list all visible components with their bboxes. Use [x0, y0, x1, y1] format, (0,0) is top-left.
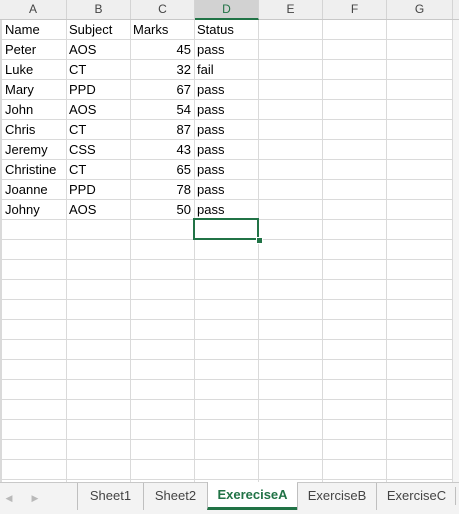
cell-c5[interactable]: 54 [130, 100, 194, 120]
table-row: Mary PPD 67 pass [0, 80, 459, 100]
column-header-f[interactable]: F [323, 0, 387, 19]
column-header-e[interactable]: E [259, 0, 323, 19]
column-header-c[interactable]: C [131, 0, 195, 19]
cell-a10[interactable]: Johny [2, 200, 66, 220]
cell-b6[interactable]: CT [66, 120, 130, 140]
cell-d6[interactable]: pass [194, 120, 258, 140]
cell-a5[interactable]: John [2, 100, 66, 120]
vertical-scrollbar[interactable] [453, 20, 459, 482]
cell-b5[interactable]: AOS [66, 100, 130, 120]
column-header-row: A B C D E F G [0, 0, 459, 20]
table-row: John AOS 54 pass [0, 100, 459, 120]
table-row: Chris CT 87 pass [0, 120, 459, 140]
cell-d2[interactable]: pass [194, 40, 258, 60]
sheet-tab-bar: ◀ ▶ Sheet1 Sheet2 ExereciseA ExerciseB E… [0, 482, 459, 514]
tab-exereciseA[interactable]: ExereciseA [207, 482, 297, 510]
cell-b9[interactable]: PPD [66, 180, 130, 200]
column-header-g[interactable]: G [387, 0, 453, 19]
cell-c6[interactable]: 87 [130, 120, 194, 140]
cell-b3[interactable]: CT [66, 60, 130, 80]
cell-c3[interactable]: 32 [130, 60, 194, 80]
cell-a9[interactable]: Joanne [2, 180, 66, 200]
cell-d5[interactable]: pass [194, 100, 258, 120]
cell-c1[interactable]: Marks [130, 20, 194, 40]
column-header-d[interactable]: D [195, 0, 259, 20]
table-row: Joanne PPD 78 pass [0, 180, 459, 200]
row-header-edge [0, 20, 2, 482]
table-row: Name Subject Marks Status [0, 20, 459, 40]
cell-b7[interactable]: CSS [66, 140, 130, 160]
active-cell-selection[interactable] [193, 218, 259, 240]
cell-c8[interactable]: 65 [130, 160, 194, 180]
cell-d9[interactable]: pass [194, 180, 258, 200]
tab-sheet2[interactable]: Sheet2 [143, 483, 207, 510]
tab-exerciseC[interactable]: ExerciseC [376, 483, 456, 510]
cell-d7[interactable]: pass [194, 140, 258, 160]
cell-a8[interactable]: Christine [2, 160, 68, 180]
tab-scroll-right-icon[interactable]: ▶ [28, 490, 42, 506]
cell-a3[interactable]: Luke [2, 60, 66, 80]
cell-c9[interactable]: 78 [130, 180, 194, 200]
table-row: Christine CT 65 pass [0, 160, 459, 180]
cell-c4[interactable]: 67 [130, 80, 194, 100]
cell-d10[interactable]: pass [194, 200, 258, 220]
tab-scroll-left-icon[interactable]: ◀ [2, 490, 16, 506]
cell-a2[interactable]: Peter [2, 40, 66, 60]
cell-a7[interactable]: Jeremy [2, 140, 66, 160]
column-header-a[interactable]: A [0, 0, 67, 19]
tab-divider [455, 487, 456, 505]
cell-d3[interactable]: fail [194, 60, 258, 80]
cell-d1[interactable]: Status [194, 20, 258, 40]
cell-a6[interactable]: Chris [2, 120, 66, 140]
table-row: Johny AOS 50 pass [0, 200, 459, 220]
worksheet-grid[interactable]: Name Subject Marks Status Peter AOS 45 p… [0, 20, 459, 482]
tab-sheet1[interactable]: Sheet1 [77, 483, 143, 510]
cell-d4[interactable]: pass [194, 80, 258, 100]
cell-b2[interactable]: AOS [66, 40, 130, 60]
cell-b10[interactable]: AOS [66, 200, 130, 220]
cell-a4[interactable]: Mary [2, 80, 66, 100]
table-row: Peter AOS 45 pass [0, 40, 459, 60]
cell-c2[interactable]: 45 [130, 40, 194, 60]
cell-c10[interactable]: 50 [130, 200, 194, 220]
fill-handle[interactable] [256, 237, 263, 244]
table-row: Luke CT 32 fail [0, 60, 459, 80]
tab-exerciseB[interactable]: ExerciseB [297, 483, 376, 510]
table-row: Jeremy CSS 43 pass [0, 140, 459, 160]
cell-a1[interactable]: Name [2, 20, 66, 40]
cell-b1[interactable]: Subject [66, 20, 130, 40]
cell-b8[interactable]: CT [66, 160, 130, 180]
cell-d8[interactable]: pass [194, 160, 258, 180]
cell-c7[interactable]: 43 [130, 140, 194, 160]
cell-b4[interactable]: PPD [66, 80, 130, 100]
column-header-b[interactable]: B [67, 0, 131, 19]
